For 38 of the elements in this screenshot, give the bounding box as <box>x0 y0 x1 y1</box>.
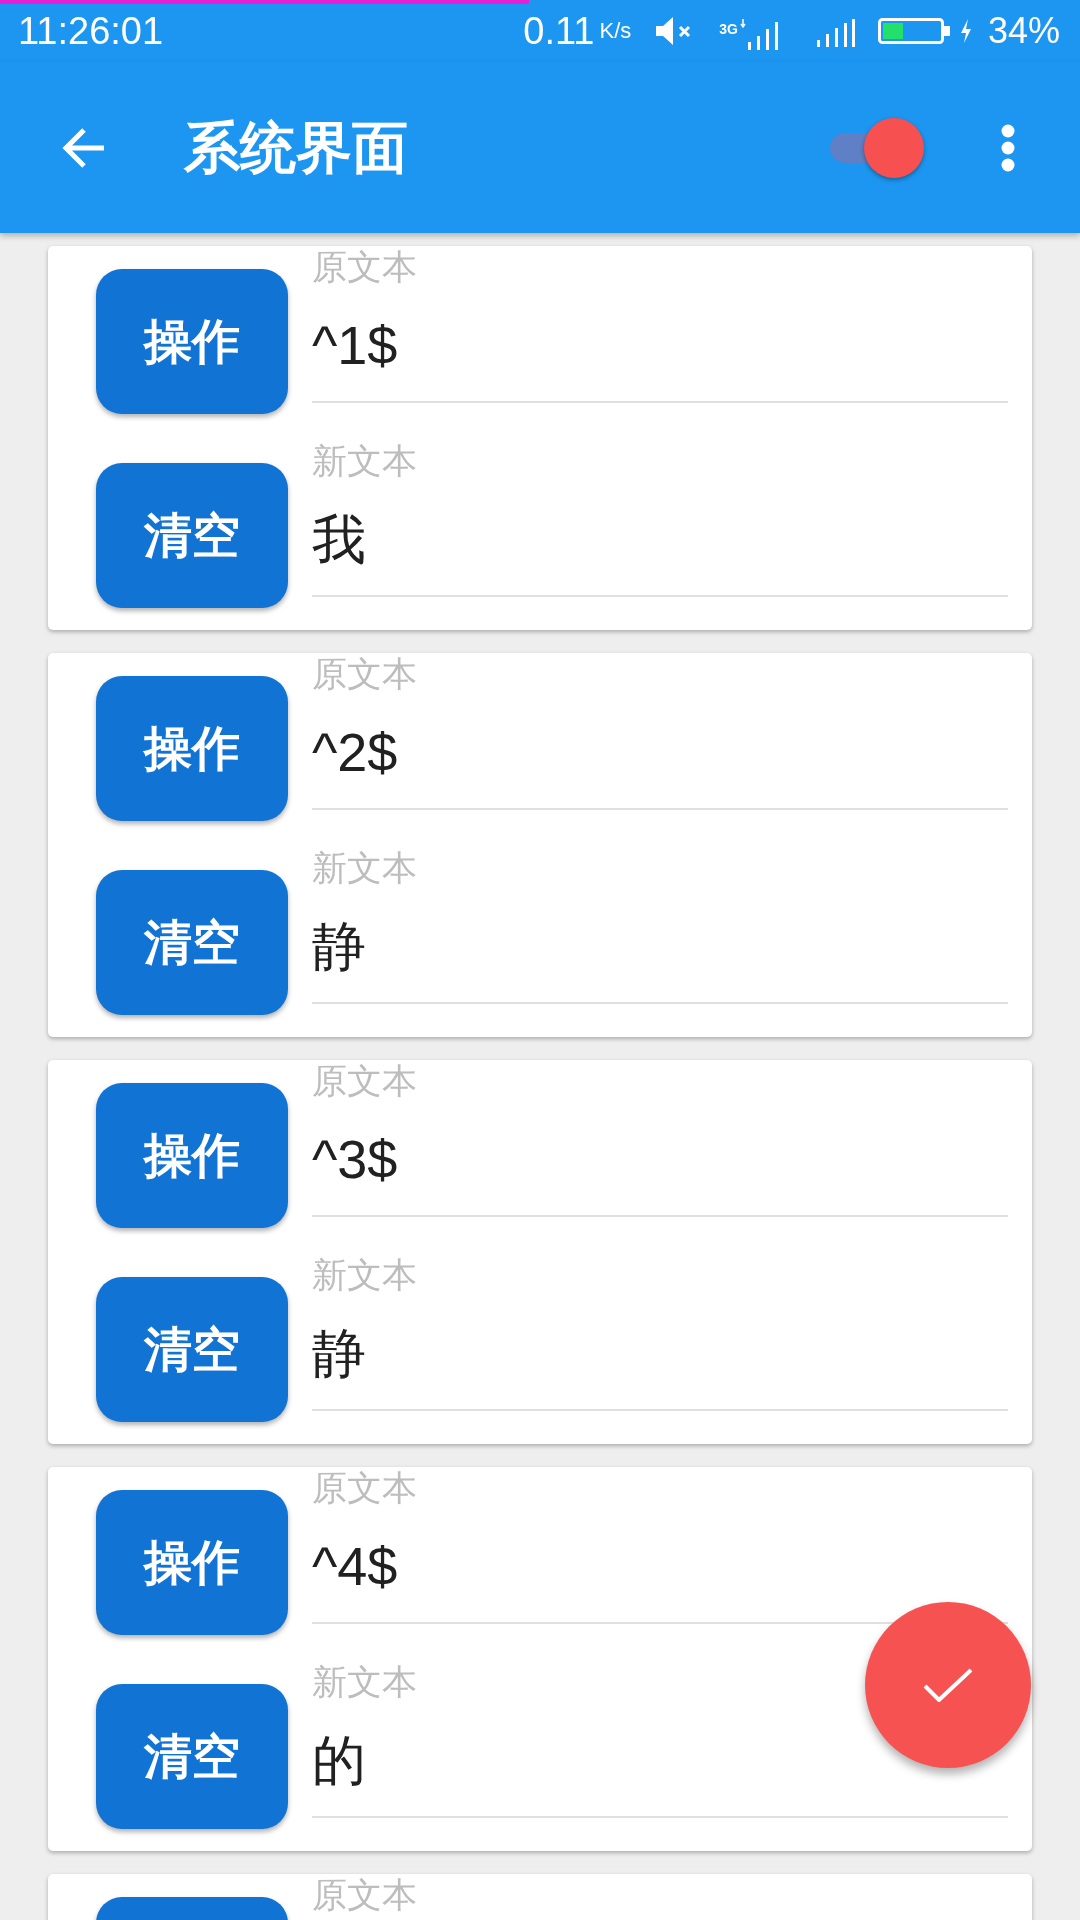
battery-percent: 34% <box>987 9 1060 53</box>
check-icon <box>923 1668 973 1702</box>
action-button[interactable]: 操作 <box>96 1083 288 1228</box>
field-label: 新文本 <box>312 440 417 482</box>
field-label: 原文本 <box>312 653 417 695</box>
field-label: 原文本 <box>312 1060 417 1102</box>
text-field[interactable]: 的 <box>312 1724 812 1796</box>
speed-unit: K/s <box>599 18 632 44</box>
back-arrow-icon <box>62 127 106 168</box>
battery-icon <box>877 18 950 44</box>
field-label: 原文本 <box>312 1874 417 1916</box>
text-field[interactable]: ^2$ <box>312 716 812 788</box>
text-field[interactable]: ^1$ <box>312 309 812 381</box>
network-speed: 0.11 <box>523 9 595 53</box>
text-field[interactable]: ^3$ <box>312 1123 812 1195</box>
action-button[interactable]: 操作 <box>96 676 288 821</box>
action-button[interactable]: 清空 <box>96 463 288 608</box>
more-options-icon <box>1001 123 1015 172</box>
field-label: 新文本 <box>312 1254 417 1296</box>
text-field[interactable]: 静 <box>312 1317 812 1389</box>
action-button[interactable]: 清空 <box>96 870 288 1015</box>
action-button[interactable]: 操作 <box>96 269 288 414</box>
text-field[interactable]: 静 <box>312 910 812 982</box>
field-label: 新文本 <box>312 847 417 889</box>
status-time: 11:26:01 <box>18 9 164 53</box>
action-button[interactable]: 清空 <box>96 1277 288 1422</box>
toggle-switch[interactable] <box>830 116 926 179</box>
screen-title: 系统界面 <box>184 115 408 180</box>
field-label: 新文本 <box>312 1661 417 1703</box>
field-label: 原文本 <box>312 246 417 288</box>
charging-icon <box>959 19 972 43</box>
text-field[interactable]: 我 <box>312 503 812 575</box>
field-label: 原文本 <box>312 1467 417 1509</box>
signal-icon <box>815 19 856 47</box>
text-field[interactable]: ^4$ <box>312 1530 812 1602</box>
action-button[interactable]: 清空 <box>96 1684 288 1829</box>
network-type: 3G <box>719 21 738 37</box>
action-button[interactable]: 操作 <box>96 1490 288 1635</box>
